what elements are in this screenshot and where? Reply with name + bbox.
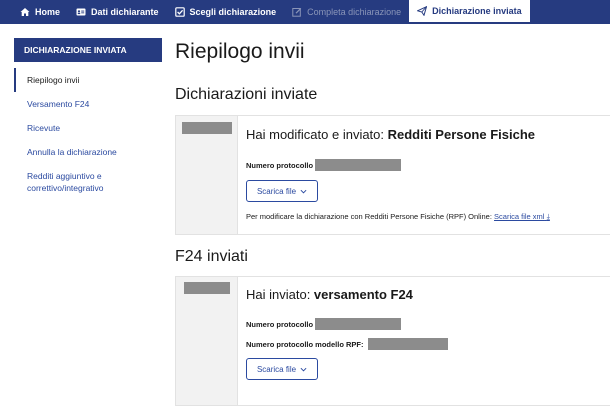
scarica-file-label: Scarica file [256,186,297,196]
download-note-text: Per modificare la dichiarazione con Redd… [246,212,495,221]
nav-dichiarazione-inviata[interactable]: Dichiarazione inviata [409,0,530,24]
f24-card-body: Hai inviato: versamento F24 Numero proto… [238,277,610,405]
sidebar-heading: DICHIARAZIONE INVIATA [14,38,162,62]
edit-icon [292,7,302,17]
sidebar-menu: Riepilogo invii Versamento F24 Ricevute … [14,68,162,200]
page-title: Riepilogo invii [175,40,305,63]
button-row: Scarica file [246,358,610,380]
card-heading-bold: Redditi Persone Fisiche [387,127,535,142]
dichiarazione-card-body: Hai modificato e inviato: Redditi Person… [238,116,610,234]
protocol-row: Numero protocollo [246,318,610,330]
card-heading-prefix: Hai inviato: [246,287,314,302]
dichiarazione-card-heading: Hai modificato e inviato: Redditi Person… [246,127,610,142]
scarica-file-xml-link[interactable]: Scarica file xml ⤓ [494,212,550,221]
nav-completa-dichiarazione: Completa dichiarazione [284,0,409,24]
section-title-f24-inviati: F24 inviati [175,248,248,265]
card-thumbnail-area [176,116,238,234]
send-icon [417,6,428,16]
main-content: Riepilogo invii Dichiarazioni inviate Ha… [175,36,610,406]
nav-scegli-dichiarazione[interactable]: Scegli dichiarazione [167,0,285,24]
sidebar-item-riepilogo-invii[interactable]: Riepilogo invii [14,68,162,92]
protocol-rpf-label: Numero protocollo modello RPF: [246,339,364,349]
card-thumbnail-area [176,277,238,405]
nav-home-label: Home [35,7,61,17]
protocol-label: Numero protocollo [246,160,314,170]
sidebar-item-annulla[interactable]: Annulla la dichiarazione [14,140,162,164]
protocol-rpf-row: Numero protocollo modello RPF: [246,338,610,350]
redacted-thumbnail [182,122,232,134]
redacted-thumbnail [184,282,230,294]
nav-scegli-dichiarazione-label: Scegli dichiarazione [189,7,277,17]
sidebar: DICHIARAZIONE INVIATA Riepilogo invii Ve… [14,38,162,200]
protocol-row: Numero protocollo [246,159,610,171]
protocol-label: Numero protocollo [246,319,314,329]
chevron-down-icon [300,188,307,195]
section-title-dichiarazioni-inviate: Dichiarazioni inviate [175,86,318,103]
scarica-file-button[interactable]: Scarica file [246,180,318,202]
sidebar-item-versamento-f24[interactable]: Versamento F24 [14,92,162,116]
card-heading-prefix: Hai modificato e inviato: [246,127,388,142]
button-row: Scarica file [246,180,610,202]
checkbox-icon [174,7,185,17]
redacted-protocol-number [315,159,402,171]
f24-card-heading: Hai inviato: versamento F24 [246,287,610,302]
nav-dati-dichiarante-label: Dati dichiarante [91,7,159,17]
card-heading-bold: versamento F24 [313,287,413,302]
download-icon: ⤓ [546,212,550,221]
id-card-icon [76,7,86,17]
redacted-protocol-number [315,318,402,330]
sidebar-item-redditi-aggiuntivo[interactable]: Redditi aggiuntivo e correttivo/integrat… [14,164,162,200]
scarica-file-label: Scarica file [256,364,297,374]
nav-dichiarazione-inviata-label: Dichiarazione inviata [432,6,522,16]
nav-home[interactable]: Home [12,0,68,24]
scarica-file-button[interactable]: Scarica file [246,358,318,380]
nav-dati-dichiarante[interactable]: Dati dichiarante [68,0,167,24]
dichiarazione-card: Hai modificato e inviato: Redditi Person… [175,115,610,235]
f24-card: Hai inviato: versamento F24 Numero proto… [175,276,610,406]
nav-completa-dichiarazione-label: Completa dichiarazione [307,7,402,17]
sidebar-item-ricevute[interactable]: Ricevute [14,116,162,140]
chevron-down-icon [300,366,307,373]
top-navigation: Home Dati dichiarante Scegli dichiarazio… [0,0,610,24]
redacted-protocol-rpf-number [367,338,448,350]
scarica-file-xml-label: Scarica file xml [494,212,545,221]
home-icon [20,7,30,17]
download-note: Per modificare la dichiarazione con Redd… [246,212,610,222]
